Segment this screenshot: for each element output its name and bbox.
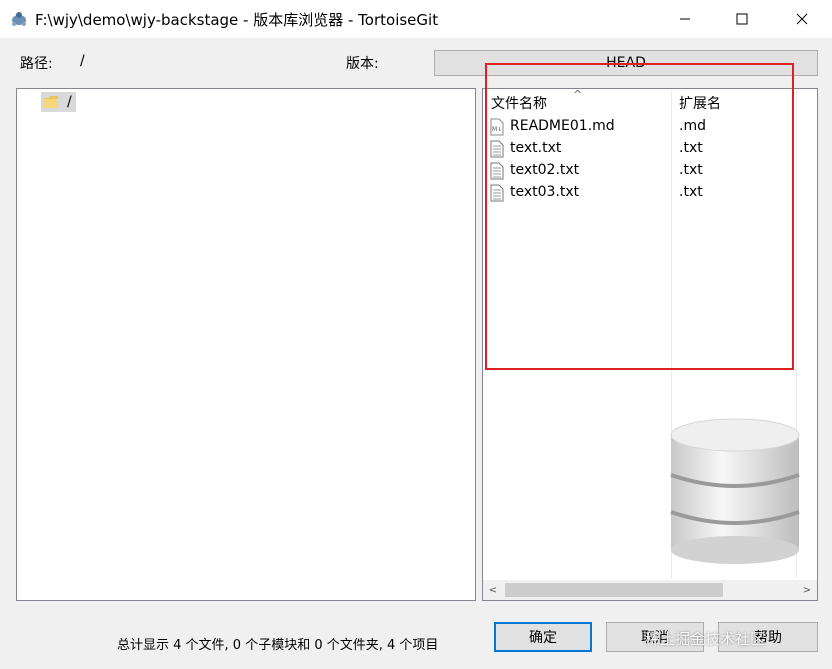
- window-title: F:\wjy\demo\wjy-backstage - 版本库浏览器 - Tor…: [35, 11, 439, 29]
- minimize-icon: [680, 18, 690, 20]
- file-list[interactable]: 文件名称 ^ 扩展名 M↓ README01.md .md text.txt .…: [482, 88, 818, 601]
- file-name: text03.txt: [510, 184, 580, 200]
- scrollbar-thumb[interactable]: [505, 583, 723, 597]
- close-button[interactable]: [772, 0, 832, 38]
- close-icon: [796, 13, 808, 25]
- file-extension: .md: [679, 118, 706, 134]
- ok-button[interactable]: 确定: [494, 622, 592, 652]
- column-header-name[interactable]: 文件名称: [491, 93, 547, 113]
- text-file-icon: [490, 162, 504, 180]
- column-header-extension[interactable]: 扩展名: [679, 93, 721, 113]
- folder-icon: [44, 96, 58, 108]
- sort-ascending-icon: ^: [573, 88, 583, 101]
- file-name: text.txt: [510, 140, 562, 156]
- watermark: 稀土掘金技术社区: [645, 630, 766, 648]
- minimize-button[interactable]: [655, 0, 715, 38]
- tree-item-root[interactable]: /: [41, 92, 76, 112]
- file-extension: .txt: [679, 162, 703, 178]
- database-icon: [670, 418, 800, 564]
- title-bar: F:\wjy\demo\wjy-backstage - 版本库浏览器 - Tor…: [0, 0, 832, 38]
- tree-item-label: /: [67, 94, 72, 110]
- markdown-file-icon: M↓: [490, 118, 504, 136]
- horizontal-scrollbar[interactable]: < >: [483, 580, 817, 600]
- revision-label: 版本:: [346, 56, 379, 72]
- file-name: README01.md: [510, 118, 615, 134]
- text-file-icon: [490, 140, 504, 158]
- revision-button[interactable]: HEAD: [434, 50, 818, 76]
- path-value: /: [80, 53, 85, 69]
- status-text: 总计显示 4 个文件, 0 个子模块和 0 个文件夹, 4 个项目: [117, 638, 439, 653]
- maximize-icon: [736, 13, 748, 25]
- repository-tree[interactable]: /: [16, 88, 476, 601]
- maximize-button[interactable]: [712, 0, 772, 38]
- file-row[interactable]: text02.txt .txt: [489, 160, 809, 182]
- path-label: 路径:: [20, 56, 53, 72]
- file-extension: .txt: [679, 140, 703, 156]
- text-file-icon: [490, 184, 504, 202]
- tortoisegit-icon: [12, 12, 26, 26]
- file-row[interactable]: M↓ README01.md .md: [489, 116, 809, 138]
- scroll-left-icon[interactable]: <: [483, 580, 503, 600]
- file-extension: .txt: [679, 184, 703, 200]
- scroll-right-icon[interactable]: >: [797, 580, 817, 600]
- file-row[interactable]: text.txt .txt: [489, 138, 809, 160]
- file-name: text02.txt: [510, 162, 580, 178]
- file-row[interactable]: text03.txt .txt: [489, 182, 809, 204]
- svg-text:M↓: M↓: [492, 126, 502, 133]
